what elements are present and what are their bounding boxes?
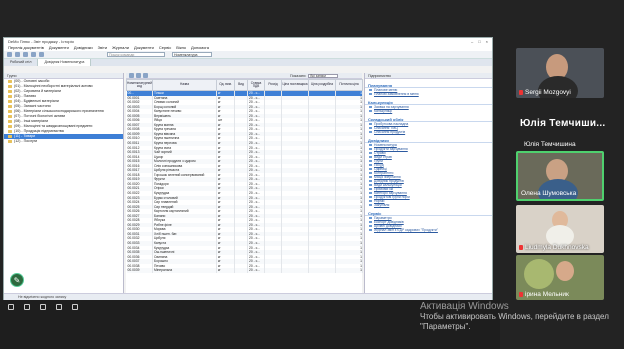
filter-label: Показати: — [290, 73, 307, 78]
participant-tile-iryna[interactable]: ірина Мельник — [516, 255, 604, 300]
column-header[interactable]: Назва — [152, 79, 217, 91]
navigation-link[interactable]: Списання продуктів — [365, 130, 492, 134]
chat-icon[interactable] — [72, 304, 78, 310]
active-speaker-name: Юлія Темчиши... — [520, 118, 606, 129]
menu-item[interactable]: Вікно — [176, 45, 186, 51]
window-controls: – □ × — [471, 38, 492, 45]
participant-tile-sergii[interactable]: Sergii Mozgovyi — [516, 48, 604, 98]
participant-face — [556, 261, 574, 281]
participant-name: Sergii Mozgovyi — [519, 89, 571, 96]
toolbar: Пошук команди Номенклатура — [4, 51, 492, 59]
camera-icon[interactable] — [24, 304, 30, 310]
nomenclature-table: Номенклатурний код Назва Од. вим. Вид Ставка… — [126, 79, 363, 273]
muted-mic-icon — [519, 244, 523, 250]
edit-pencil-button[interactable]: ✎ — [10, 273, 24, 287]
tab-desktop[interactable]: Робочий стіл — [4, 59, 39, 66]
participant-name: Юлія Темчишина — [524, 141, 576, 148]
add-icon[interactable] — [129, 73, 134, 78]
menu-item[interactable]: Документи — [134, 45, 154, 51]
table-cell: Мінеральна — [152, 268, 217, 273]
delete-icon[interactable] — [143, 73, 148, 78]
title-bar: DeMo Плюс - Звіт продажу - Історія – □ × — [4, 38, 492, 45]
table-cell: кг — [216, 268, 235, 273]
app-window: DeMo Плюс - Звіт продажу - Історія – □ ×… — [3, 37, 493, 301]
column-header[interactable]: Номенклатурний код — [126, 79, 153, 91]
forward-icon[interactable] — [15, 52, 20, 57]
table-cell — [281, 268, 309, 273]
nomenclature-grid: Показати: Всі записи Номенклатурний код Н… — [126, 73, 363, 295]
menu-item[interactable]: Допомога — [191, 45, 209, 51]
participant-tile-liudmyla[interactable]: Liudmyla Dukhnovska — [516, 205, 604, 253]
home-icon[interactable] — [23, 52, 28, 57]
close-icon[interactable]: × — [486, 38, 488, 45]
menu-item[interactable]: Звіти — [98, 45, 108, 51]
minimize-icon[interactable]: – — [471, 38, 473, 45]
tree-item[interactable]: (12) - Послуги — [4, 139, 123, 144]
table-cell — [264, 268, 282, 273]
status-bar: Не відмічено жодного запису — [4, 293, 492, 300]
navigation-panel: Підприємство Планування Планове меню Плано… — [364, 73, 492, 295]
table-cell: 20 - с... — [247, 268, 265, 273]
menu-item[interactable]: Довідники — [74, 45, 93, 51]
refresh-icon[interactable] — [31, 52, 36, 57]
column-header[interactable]: Од. вим. — [216, 79, 235, 91]
back-icon[interactable] — [7, 52, 12, 57]
table-cell: 1 — [335, 268, 363, 273]
table-body: 00... Тільки кг 20 - с... 1 00.0001 Сметана кг 2… — [126, 90, 363, 273]
table-cell — [308, 268, 336, 273]
navigation-link[interactable]: Планові замовлення в меню — [365, 92, 492, 96]
share-icon[interactable] — [40, 304, 46, 310]
meeting-toolbar — [0, 300, 420, 314]
table-cell: 00.0039 — [126, 268, 153, 273]
navigation-sections: Планування Планове меню Планові замовлення… — [365, 83, 492, 232]
navigation-link[interactable]: Калькуляції — [365, 109, 492, 113]
navigation-panel-header: Підприємство — [365, 73, 492, 79]
menu-item[interactable]: Перелік документів — [8, 45, 44, 51]
menu-item[interactable]: Документи — [49, 45, 69, 51]
background-foliage — [524, 259, 554, 289]
muted-mic-icon — [519, 89, 523, 95]
participants-icon[interactable] — [56, 304, 62, 310]
column-header[interactable]: Ставка ПДВ — [247, 79, 265, 91]
table-header-row: Номенклатурний код Назва Од. вим. Вид Ставка… — [126, 79, 363, 91]
tab-strip: Робочий стіл Довідник Номенклатура — [4, 59, 492, 66]
participant-name: Олена Шумовська — [521, 190, 577, 197]
menu-item[interactable]: Журнали — [112, 45, 129, 51]
column-header[interactable]: Поточна ціна — [335, 79, 363, 91]
current-record-field[interactable]: Номенклатура — [172, 52, 212, 57]
participant-name: ірина Мельник — [519, 291, 569, 298]
pencil-icon: ✎ — [13, 275, 21, 285]
activation-title: Активація Windows — [420, 301, 509, 312]
filter-select[interactable]: Всі записи — [308, 73, 339, 78]
groups-tree: (00) - Основні засоби (01) - Малоцінні не… — [4, 79, 123, 144]
column-header[interactable]: Ціна поставщика — [281, 79, 309, 91]
muted-mic-icon — [519, 291, 523, 297]
navigation-link[interactable]: Закупівля — [365, 203, 492, 207]
table-row[interactable]: 00.0039 Мінеральна кг 20 - с... 1 — [126, 268, 363, 273]
edit-icon[interactable] — [136, 73, 141, 78]
tab-nomenclature[interactable]: Довідник Номенклатура — [38, 59, 92, 66]
navigation-link[interactable]: Журнал змін з ЄДР кадрових "Продукти" — [365, 228, 492, 232]
participant-tile-olena[interactable]: Олена Шумовська — [516, 151, 604, 201]
command-search-input[interactable]: Пошук команди — [107, 52, 165, 57]
print-icon[interactable] — [39, 52, 44, 57]
column-header[interactable]: Розхід — [264, 79, 282, 91]
microphone-icon[interactable] — [8, 304, 14, 310]
column-header[interactable]: Вид — [234, 79, 248, 91]
table-cell — [234, 268, 248, 273]
window-title: DeMo Плюс - Звіт продажу - Історія — [8, 39, 74, 44]
column-header[interactable]: Ціна роздрібна — [308, 79, 336, 91]
activation-text: Чтобы активировать Windows, перейдите в … — [420, 312, 609, 331]
menu-item[interactable]: Сервіс — [159, 45, 171, 51]
groups-tree-panel: Групи (00) - Основні засоби (01) - Малоці… — [4, 73, 124, 295]
maximize-icon[interactable]: □ — [478, 38, 480, 45]
participant-name: Liudmyla Dukhnovska — [519, 244, 589, 251]
windows-activation-watermark: Активація Windows Чтобы активировать Win… — [420, 302, 620, 332]
